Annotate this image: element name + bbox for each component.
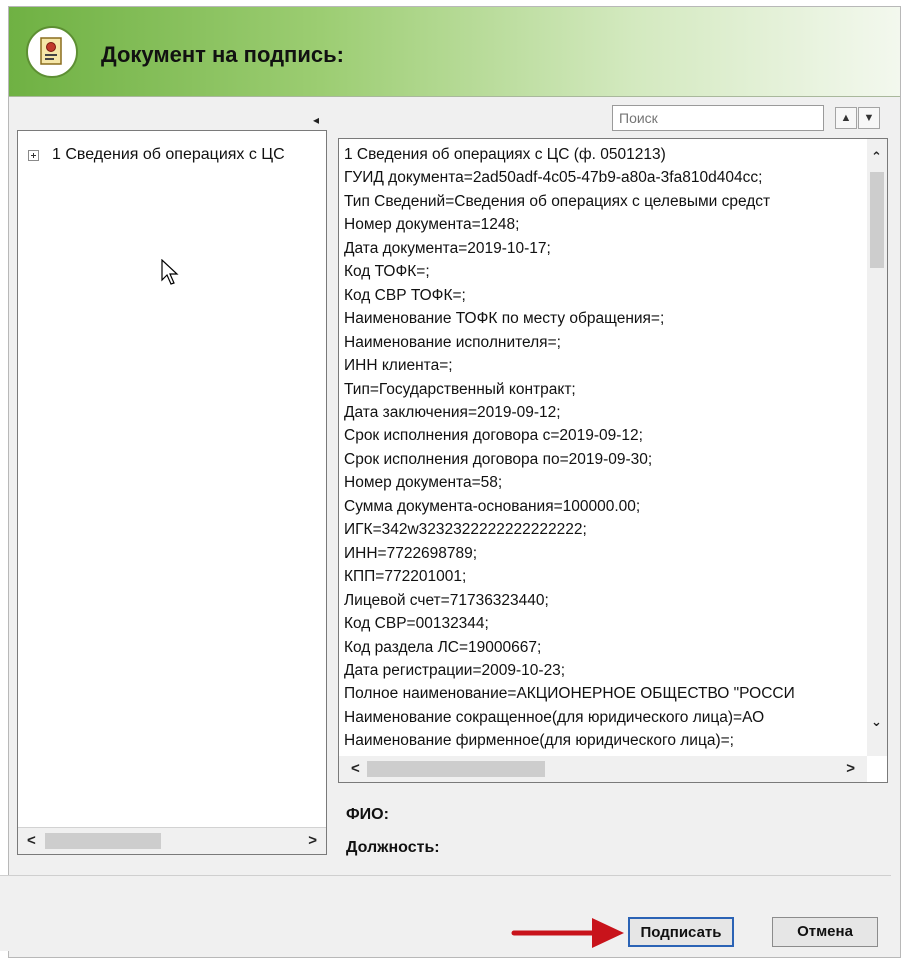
document-line: Тип Сведений=Сведения об операциях с цел… — [344, 192, 771, 210]
document-line: ГУИД документа=2ad50adf-4c05-47b9-a80a-3… — [344, 169, 763, 187]
search-next-button[interactable]: ▼ — [858, 107, 880, 129]
document-line: Полное наименование=АКЦИОНЕРНОЕ ОБЩЕСТВО… — [344, 685, 795, 703]
document-line: Код раздела ЛС=19000667; — [344, 638, 542, 656]
document-line: ИНН клиента=; — [344, 357, 453, 375]
document-line: Номер документа=58; — [344, 474, 503, 492]
dialog-footer — [0, 875, 891, 951]
position-label: Должность: — [346, 839, 440, 856]
dialog-title: Документ на подпись: — [101, 42, 344, 67]
scroll-up-icon[interactable]: ⌃ — [871, 149, 882, 165]
document-text: 1 Сведения об операциях с ЦС (ф. 0501213… — [344, 143, 866, 776]
scroll-right-icon[interactable]: > — [846, 760, 855, 777]
sign-button[interactable]: Подписать — [628, 917, 734, 947]
document-line: Код ТОФК=; — [344, 263, 430, 281]
expand-icon[interactable] — [28, 149, 39, 161]
document-line: КПП=772201001; — [344, 568, 467, 586]
scroll-thumb[interactable] — [45, 833, 161, 849]
document-line: 1 Сведения об операциях с ЦС (ф. 0501213… — [344, 146, 666, 163]
document-content[interactable]: 1 Сведения об операциях с ЦС (ф. 0501213… — [338, 138, 888, 783]
red-arrow-annotation — [511, 918, 624, 948]
document-line: ИГК=342w3232322222222222222; — [344, 521, 587, 539]
document-line: Код СВР ТОФК=; — [344, 286, 466, 304]
document-tree[interactable]: 1 Сведения об операциях с ЦС < > — [17, 130, 327, 855]
document-line: Дата заключения=2019-09-12; — [344, 403, 561, 421]
scroll-thumb[interactable] — [870, 172, 884, 268]
scroll-right-icon[interactable]: > — [308, 832, 317, 849]
document-line: Наименование фирменное(для юридического … — [344, 732, 734, 750]
tree-item-label[interactable]: 1 Сведения об операциях с ЦС — [52, 146, 302, 164]
scroll-thumb[interactable] — [367, 761, 545, 777]
mouse-cursor-icon — [161, 259, 179, 285]
dialog-header: Документ на подпись: — [9, 7, 900, 97]
collapse-panel-icon[interactable]: ◂ — [313, 113, 319, 127]
scroll-left-icon[interactable]: < — [351, 760, 360, 777]
document-line: Лицевой счет=71736323440; — [344, 591, 549, 609]
document-line: Наименование сокращенное(для юридическог… — [344, 708, 765, 726]
document-horizontal-scrollbar[interactable]: < > — [339, 756, 867, 782]
document-line: Сумма документа-основания=100000.00; — [344, 497, 641, 515]
scroll-left-icon[interactable]: < — [27, 832, 36, 849]
fio-label: ФИО: — [346, 806, 389, 823]
document-line: Срок исполнения договора с=2019-09-12; — [344, 427, 643, 445]
scroll-down-icon[interactable]: ⌄ — [871, 714, 882, 730]
document-line: Дата регистрации=2009-10-23; — [344, 661, 566, 679]
document-line: Срок исполнения договора по=2019-09-30; — [344, 450, 653, 468]
document-line: Номер документа=1248; — [344, 216, 520, 234]
tree-item[interactable]: 1 Сведения об операциях с ЦС — [28, 146, 302, 164]
search-prev-button[interactable]: ▲ — [835, 107, 857, 129]
document-line: ИНН=7722698789; — [344, 544, 478, 562]
document-line: Наименование исполнителя=; — [344, 333, 561, 351]
document-line: Код СВР=00132344; — [344, 615, 489, 633]
document-line: Тип=Государственный контракт; — [344, 380, 576, 398]
document-sign-icon — [26, 26, 78, 78]
document-line: Дата документа=2019-10-17; — [344, 239, 551, 257]
document-vertical-scrollbar[interactable]: ⌃ ⌄ — [867, 139, 887, 756]
tree-horizontal-scrollbar[interactable]: < > — [18, 827, 326, 854]
search-input[interactable] — [612, 105, 824, 131]
document-line: Наименование ТОФК по месту обращения=; — [344, 310, 665, 328]
cancel-button[interactable]: Отмена — [772, 917, 878, 947]
